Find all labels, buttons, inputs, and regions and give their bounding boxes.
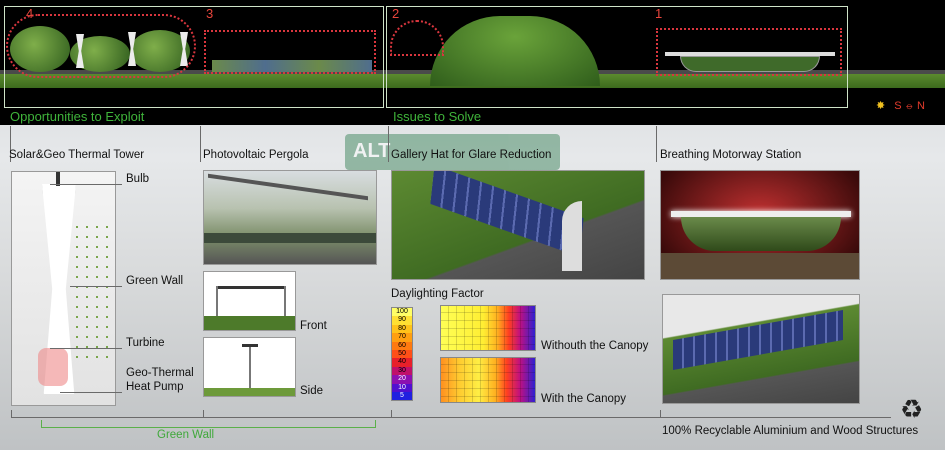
issues-caption: Issues to Solve [393,109,482,124]
ruler-tick [11,410,12,418]
sun-icon: ✸ [876,100,886,112]
leader-line [50,348,122,349]
daylighting-scale: 100 90 80 70 60 50 40 30 20 10 5 [391,307,413,402]
gallery-title: Gallery Hat for Glare Reduction [391,149,552,161]
section-number-2: 2 [392,6,400,21]
station-render [660,170,860,280]
connector-line [656,126,657,162]
station-title: Breathing Motorway Station [660,149,802,161]
pergola-front-view [203,271,296,331]
tower-title: Solar&Geo Thermal Tower [9,149,145,161]
side-label: Side [300,385,324,397]
green-wall-plants [72,222,112,362]
heat-pump-label-1: Geo-Thermal [126,367,194,379]
front-label: Front [300,320,327,332]
ruler-tick [391,410,392,418]
leader-line [70,286,122,287]
recycle-icon: ♻ [900,394,924,424]
daylighting-title: Daylighting Factor [391,288,484,300]
compass-s: S [894,100,902,112]
connector-line [388,126,389,162]
ruler-tick [203,410,204,418]
scale-cell: 70 [392,333,412,342]
front-roof [216,286,286,289]
pergola-fence [204,233,376,243]
front-post [284,286,286,316]
station-enclosure [681,217,841,251]
section-number-1: 1 [655,6,663,21]
scale-cell: 30 [392,366,412,376]
bulb-label: Bulb [126,173,150,185]
scale-cell: 50 [392,349,412,359]
opportunities-caption: Opportunities to Exploit [10,109,145,124]
compass: ✸ S ⦵ N [876,99,925,113]
heatmap-with-canopy [440,357,536,403]
side-post [249,346,251,390]
compass-n: N [917,100,925,112]
heatmap-without-canopy [440,305,536,351]
station-aerial-render [662,294,860,404]
pergola-render [203,170,377,265]
connector-line [200,126,201,162]
turbine-label: Turbine [126,337,165,349]
without-canopy-label: Withouth the Canopy [541,340,649,352]
compass-circle-icon: ⦵ [904,100,914,112]
heatmap-grid [441,306,535,350]
pergola-roof [208,173,368,201]
section-number-3: 3 [206,6,214,21]
with-canopy-label: With the Canopy [541,393,627,405]
scale-cell: 90 [392,316,412,325]
scale-cell: 20 [392,375,412,384]
panorama-section: 4 3 2 1 Opportunities to Exploit Issues … [0,0,945,125]
heat-pump-label-2: Heat Pump [126,381,184,393]
scale-cell: 5 [392,391,412,401]
scale-cell: 10 [392,383,412,392]
green-wall-bracket [41,420,376,428]
pergola-title: Photovoltaic Pergola [203,149,309,161]
tower-render [11,171,116,406]
green-wall-label: Green Wall [126,275,184,287]
gallery-solar-panels [430,171,584,257]
turbine-shape [38,348,68,386]
scale-cell: 80 [392,324,412,334]
front-grass [204,316,295,330]
station-soil [661,253,859,279]
gallery-render [391,170,645,280]
bottom-ruler [11,417,891,418]
leader-line [60,392,122,393]
recyclable-caption: 100% Recyclable Aluminium and Wood Struc… [662,425,919,437]
gallery-support [562,201,582,271]
leader-line [50,184,122,185]
side-grass [204,388,295,396]
heatmap-grid [441,358,535,402]
green-wall-footer: Green Wall [157,429,215,441]
side-roof [242,344,258,347]
frame-opportunities [4,6,384,108]
scale-cell: 60 [392,341,412,350]
frame-issues [386,6,848,108]
station-solar-roof [673,310,843,370]
sign-text: ALT [353,140,391,162]
front-post [216,286,218,316]
pergola-side-view [203,337,296,397]
section-number-4: 4 [26,6,34,21]
scale-cell: 100 [392,308,412,317]
scale-cell: 40 [392,358,412,367]
ruler-tick [660,410,661,418]
